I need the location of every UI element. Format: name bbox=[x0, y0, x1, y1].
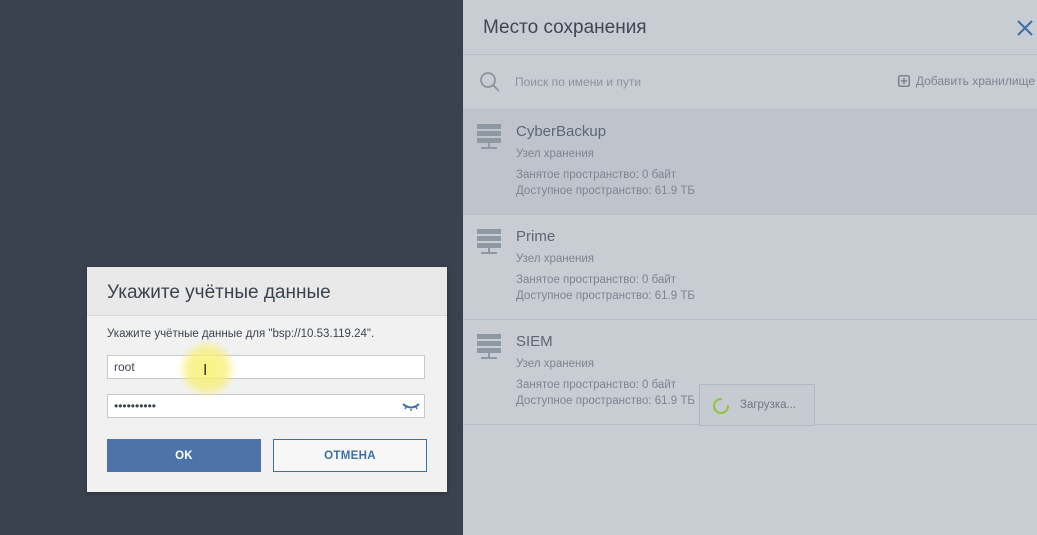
dialog-description: Укажите учётные данные для "bsp://10.53.… bbox=[107, 328, 375, 340]
server-icon bbox=[477, 229, 501, 254]
storage-item-name: Prime bbox=[516, 228, 556, 245]
username-field[interactable] bbox=[107, 355, 425, 379]
search-icon bbox=[480, 72, 500, 92]
server-icon bbox=[477, 124, 501, 149]
add-storage-button[interactable]: Добавить хранилище bbox=[897, 74, 1035, 88]
cancel-button[interactable]: ОТМЕНА bbox=[273, 439, 427, 472]
search-row: Добавить хранилище bbox=[463, 55, 1037, 110]
search-input[interactable] bbox=[515, 72, 835, 92]
storage-item-free-space: Доступное пространство: 61.9 ТБ bbox=[516, 290, 695, 302]
credentials-dialog: Укажите учётные данные Укажите учётные д… bbox=[87, 267, 447, 492]
loading-indicator: Загрузка... bbox=[699, 384, 815, 426]
loading-label: Загрузка... bbox=[740, 399, 797, 411]
show-password-icon[interactable] bbox=[402, 400, 420, 412]
storage-item-name: SIEM bbox=[516, 333, 553, 350]
close-icon[interactable] bbox=[1013, 16, 1037, 40]
panel-title: Место сохранения bbox=[483, 17, 647, 38]
storage-item-type: Узел хранения bbox=[516, 148, 595, 160]
server-icon bbox=[477, 334, 501, 359]
storage-item-free-space: Доступное пространство: 61.9 ТБ bbox=[516, 395, 695, 407]
panel-header: Место сохранения bbox=[463, 0, 1037, 55]
spinner-icon bbox=[713, 398, 729, 414]
dialog-title: Укажите учётные данные bbox=[107, 282, 331, 303]
storage-item-used-space: Занятое пространство: 0 байт bbox=[516, 169, 677, 181]
storage-item-cyberbackup[interactable]: CyberBackup Узел хранения Занятое простр… bbox=[463, 110, 1037, 215]
storage-item-free-space: Доступное пространство: 61.9 ТБ bbox=[516, 185, 695, 197]
storage-item-used-space: Занятое пространство: 0 байт bbox=[516, 274, 677, 286]
storage-item-used-space: Занятое пространство: 0 байт bbox=[516, 379, 677, 391]
add-storage-label: Добавить хранилище bbox=[915, 74, 1035, 88]
storage-location-panel: Место сохранения Добавить хранилище Cybe… bbox=[463, 0, 1037, 535]
password-field[interactable] bbox=[107, 394, 425, 418]
storage-item-type: Узел хранения bbox=[516, 253, 595, 265]
ok-button[interactable]: OK bbox=[107, 439, 261, 472]
storage-item-name: CyberBackup bbox=[516, 123, 607, 140]
storage-item-type: Узел хранения bbox=[516, 358, 595, 370]
storage-item-prime[interactable]: Prime Узел хранения Занятое пространство… bbox=[463, 215, 1037, 320]
dialog-header: Укажите учётные данные bbox=[87, 267, 447, 316]
add-icon bbox=[897, 75, 910, 87]
